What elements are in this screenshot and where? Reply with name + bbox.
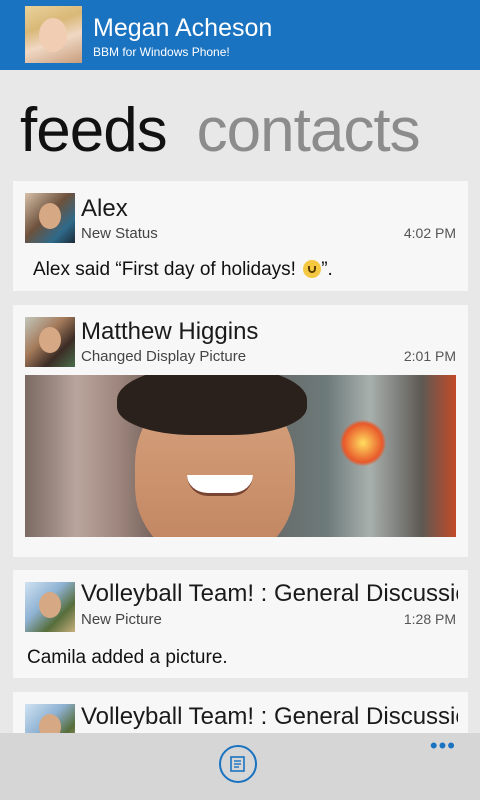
more-options-icon[interactable]: ••• [430, 733, 456, 759]
feed-body: Camila added a picture. [27, 647, 228, 668]
feed-time: 4:02 PM [403, 225, 456, 241]
avatar [25, 582, 75, 632]
feed-card-volleyball[interactable]: Volleyball Team! : General Discussion Ne… [13, 570, 468, 678]
feed-title: Volleyball Team! : General Discussion [81, 580, 458, 607]
profile-header[interactable]: Megan Acheson BBM for Windows Phone! [0, 0, 480, 70]
feed-card-volleyball-2[interactable]: Volleyball Team! : General Discussion [13, 692, 468, 733]
feed-title: Matthew Higgins [81, 318, 259, 345]
feed-body-text: Alex said “First day of holidays! [33, 259, 302, 280]
profile-name: Megan Acheson [93, 14, 273, 42]
smiley-icon [303, 260, 322, 278]
tab-contacts[interactable]: contacts [197, 96, 421, 165]
feed-card-matthew[interactable]: Matthew Higgins Changed Display Picture … [13, 305, 468, 557]
feed-card-alex[interactable]: Alex New Status 4:02 PM Alex said “First… [13, 181, 468, 291]
feed-body: Alex said “First day of holidays! ”. [33, 259, 333, 281]
feed-type: New Picture [81, 611, 162, 628]
pivot-header: feeds contacts [20, 95, 421, 175]
feed-time: 2:01 PM [403, 348, 456, 364]
feed-title: Volleyball Team! : General Discussion [81, 703, 458, 730]
feed-type: New Status [81, 225, 158, 242]
tab-feeds[interactable]: feeds [20, 96, 168, 165]
avatar [25, 6, 82, 63]
feed-title: Alex [81, 195, 128, 222]
profile-status: BBM for Windows Phone! [93, 45, 230, 59]
avatar [25, 193, 75, 243]
compose-button[interactable] [219, 745, 257, 783]
feed-body-suffix: ”. [321, 259, 333, 280]
compose-icon [230, 756, 245, 772]
feed-type: Changed Display Picture [81, 348, 247, 365]
display-picture-image[interactable] [25, 375, 456, 537]
avatar [25, 317, 75, 367]
app-bar: ••• [0, 733, 480, 800]
avatar [25, 704, 75, 733]
feed-time: 1:28 PM [403, 611, 456, 627]
